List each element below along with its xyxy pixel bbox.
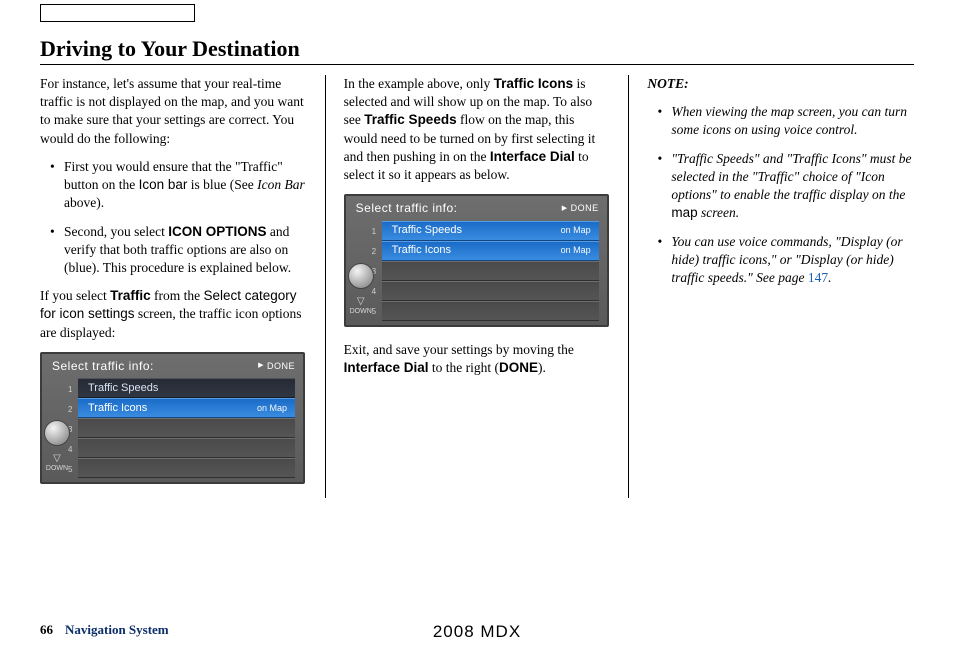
note-3: You can use voice commands, "Display (or…: [661, 233, 914, 288]
intro-paragraph: For instance, let's assume that your rea…: [40, 75, 307, 148]
column-1: For instance, let's assume that your rea…: [40, 75, 307, 498]
steps-list: First you would ensure that the "Traffic…: [40, 158, 307, 277]
step-2: Second, you select ICON OPTIONS and veri…: [54, 223, 307, 278]
example-paragraph: In the example above, only Traffic Icons…: [344, 75, 611, 184]
content-columns: For instance, let's assume that your rea…: [40, 75, 914, 498]
ui2-header: Select traffic info: DONE: [346, 196, 607, 220]
ui1-header: Select traffic info: DONE: [42, 354, 303, 378]
ui2-down-icon: DOWN: [352, 295, 370, 319]
ui1-row-empty: [78, 438, 295, 458]
ui2-row-empty: [382, 261, 599, 281]
model-year: 2008 MDX: [433, 622, 521, 642]
note-list: When viewing the map screen, you can tur…: [647, 103, 914, 287]
ui1-down-icon: DOWN: [48, 452, 66, 476]
ui2-rows: Traffic Speedson Map Traffic Iconson Map: [382, 221, 599, 321]
column-separator: [325, 75, 326, 498]
page-link-147[interactable]: 147: [808, 270, 828, 285]
note-heading: NOTE:: [647, 75, 914, 93]
exit-paragraph: Exit, and save your settings by moving t…: [344, 341, 611, 377]
ui1-title: Select traffic info:: [52, 358, 154, 374]
ui2-knob-icon: [348, 263, 374, 289]
column-3: NOTE: When viewing the map screen, you c…: [647, 75, 914, 498]
column-separator: [628, 75, 629, 498]
ui2-done: DONE: [562, 202, 599, 214]
ui2-row-empty: [382, 301, 599, 321]
ui2-row-icons: Traffic Iconson Map: [382, 241, 599, 261]
section-name: Navigation System: [65, 622, 169, 638]
search-input[interactable]: [40, 4, 195, 22]
note-1: When viewing the map screen, you can tur…: [661, 103, 914, 139]
ui2-row-empty: [382, 281, 599, 301]
ui2-title: Select traffic info:: [356, 200, 458, 216]
ui1-knob-icon: [44, 420, 70, 446]
ui1-row-empty: [78, 418, 295, 438]
ui-screenshot-2: Select traffic info: DONE 12345 Traffic …: [344, 194, 609, 326]
ui1-row-icons: Traffic Iconson Map: [78, 398, 295, 418]
column-2: In the example above, only Traffic Icons…: [344, 75, 611, 498]
ui1-row-speeds: Traffic Speeds: [78, 378, 295, 398]
ui1-row-empty: [78, 458, 295, 478]
page-title: Driving to Your Destination: [40, 36, 914, 65]
step-1: First you would ensure that the "Traffic…: [54, 158, 307, 213]
select-traffic-paragraph: If you select Traffic from the Select ca…: [40, 287, 307, 342]
ui1-done: DONE: [258, 360, 295, 372]
page-footer: 66 Navigation System 2008 MDX: [40, 622, 914, 638]
page-number: 66: [40, 622, 53, 638]
ui1-rows: Traffic Speeds Traffic Iconson Map: [78, 378, 295, 478]
ui-screenshot-1: Select traffic info: DONE 12345 Traffic …: [40, 352, 305, 484]
note-2: "Traffic Speeds" and "Traffic Icons" mus…: [661, 150, 914, 223]
ui2-row-speeds: Traffic Speedson Map: [382, 221, 599, 241]
